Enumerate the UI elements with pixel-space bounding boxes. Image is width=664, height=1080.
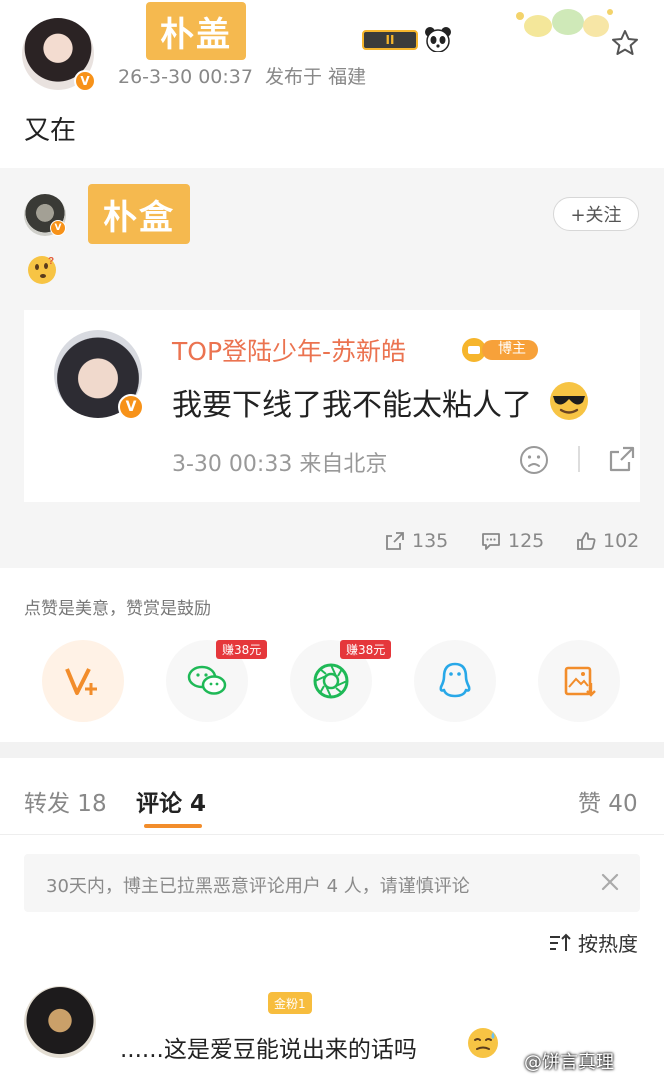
card-author-name[interactable]: TOP登陆少年-苏新皓 xyxy=(172,332,406,368)
poster-name-sticker: 朴盖 xyxy=(146,2,246,60)
thinking-emoji-icon: ? xyxy=(28,256,56,284)
post-location: 发布于 福建 xyxy=(265,66,367,88)
comment-count: 125 xyxy=(508,530,545,552)
follow-button[interactable]: +关注 xyxy=(553,197,639,231)
save-image-button[interactable] xyxy=(538,640,620,722)
post-date: 26-3-30 00:37 xyxy=(118,66,253,88)
post-text: 又在 xyxy=(24,116,77,146)
reward-caption: 点赞是美意，赞赏是鼓励 xyxy=(24,599,211,619)
moments-aperture-icon xyxy=(313,663,349,699)
like-count: 102 xyxy=(603,530,640,552)
thumbs-up-icon xyxy=(577,532,596,550)
card-share-icon[interactable] xyxy=(606,443,638,475)
tab-comments[interactable]: 评论 4 xyxy=(136,784,206,818)
comment-icon xyxy=(482,533,500,550)
commenter-avatar[interactable] xyxy=(24,986,96,1058)
sort-label: 按热度 xyxy=(578,932,638,956)
reaction-face-icon[interactable] xyxy=(518,444,550,476)
card-meta: 3-30 00:33 来自北京 xyxy=(172,452,388,477)
fan-badge: 金粉1 xyxy=(268,992,312,1014)
comment-count-button[interactable]: 125 xyxy=(480,530,544,552)
card-divider xyxy=(578,446,580,472)
sweat-emoji-icon xyxy=(468,1028,498,1058)
decoration-sticker-icon xyxy=(516,9,613,37)
section-gap xyxy=(0,742,664,758)
moments-reward-badge: 赚38元 xyxy=(340,640,392,659)
wechat-icon xyxy=(187,665,227,695)
favorite-star-icon[interactable] xyxy=(610,28,640,58)
sunglasses-emoji-icon xyxy=(550,382,588,420)
post-meta: 26-3-30 00:37 发布于 福建 xyxy=(118,62,366,89)
share-qq-button[interactable] xyxy=(414,640,496,722)
tab-likes[interactable]: 赞 40 xyxy=(578,784,638,818)
comment-text: ......这是爱豆能说出来的话吗 xyxy=(120,1037,417,1063)
sort-by-hot-button[interactable]: 按热度 xyxy=(548,928,638,957)
level-medal: II xyxy=(362,30,418,50)
reward-v-button[interactable] xyxy=(42,640,124,722)
save-image-icon xyxy=(564,666,596,697)
retweeter-name-sticker: 朴盒 xyxy=(88,184,190,244)
active-tab-indicator xyxy=(144,824,202,828)
qq-penguin-icon xyxy=(439,662,471,698)
repost-icon xyxy=(386,532,404,550)
v-plus-icon xyxy=(65,668,97,695)
card-verified-badge: V xyxy=(118,394,144,420)
repost-count: 135 xyxy=(412,530,449,552)
retweeter-verified-badge: V xyxy=(50,220,66,236)
panda-icon xyxy=(425,27,451,52)
tab-reposts[interactable]: 转发 18 xyxy=(24,784,107,818)
card-text: 我要下线了我不能太粘人了 xyxy=(172,388,532,423)
svg-text:?: ? xyxy=(48,256,54,267)
verified-badge: V xyxy=(74,70,96,92)
close-icon[interactable] xyxy=(598,870,622,894)
repost-count-button[interactable]: 135 xyxy=(384,530,448,552)
like-count-button[interactable]: 102 xyxy=(575,530,639,552)
block-notice-text: 30天内，博主已拉黑恶意评论用户 4 人，请谨慎评论 xyxy=(46,876,470,897)
blogger-tag-label: 博主 xyxy=(498,341,526,357)
sort-icon xyxy=(550,933,571,951)
watermark: @饼言真理 xyxy=(524,1052,614,1073)
tab-divider xyxy=(0,834,664,835)
wechat-reward-badge: 赚38元 xyxy=(216,640,268,659)
